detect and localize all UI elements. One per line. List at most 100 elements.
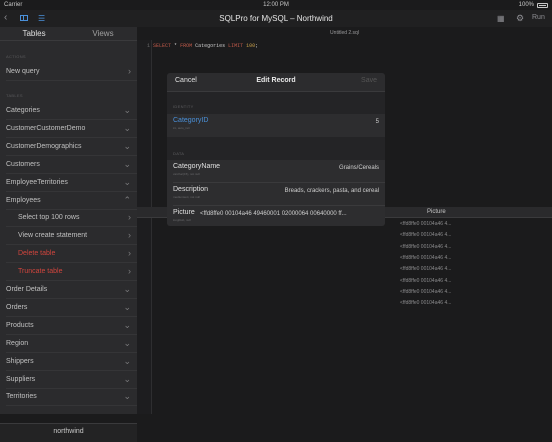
chevron-down-icon: ⌄ xyxy=(123,122,131,133)
identity-section-header: IDENTITY xyxy=(173,104,194,109)
code-table: Categories xyxy=(192,43,229,49)
sidebar-item-territories[interactable]: Territories ⌄ xyxy=(0,389,137,407)
sidebar-item-orders[interactable]: Orders ⌄ xyxy=(0,300,137,317)
chevron-right-icon: › xyxy=(128,212,131,223)
database-footer[interactable]: northwind xyxy=(0,423,137,442)
sidebar-item-select-top-100-rows[interactable]: Select top 100 rows › xyxy=(0,210,137,228)
keyword-from: FROM xyxy=(180,43,193,49)
result-cell[interactable]: <ffd8ffe0 00104a46 4... xyxy=(400,255,451,261)
sidebar-item-suppliers[interactable]: Suppliers ⌄ xyxy=(0,372,137,389)
divider xyxy=(6,405,137,407)
divider xyxy=(6,244,137,246)
save-button[interactable]: Save xyxy=(361,77,377,84)
chevron-down-icon: ⌄ xyxy=(123,373,131,384)
battery-icon xyxy=(537,3,548,8)
result-cell[interactable]: <ffd8ffe0 00104a46 4... xyxy=(400,244,451,250)
sidebar: Tables Views ACTIONS New query › TABLES … xyxy=(0,27,137,442)
result-cell[interactable]: <ffd8ffe0 00104a46 4... xyxy=(400,266,451,272)
field-type: longblob, null xyxy=(173,218,191,222)
sidebar-item-categories[interactable]: Categories ⌄ xyxy=(0,103,137,120)
sidebar-item-label: New query xyxy=(6,68,40,75)
divider xyxy=(6,172,137,174)
field-picture[interactable]: Picture longblob, null <ffd8ffe0 00104a4… xyxy=(167,206,385,226)
sidebar-item-employees[interactable]: Employees ⌃ xyxy=(0,193,137,210)
code-end: ; xyxy=(255,43,259,49)
tab-tables[interactable]: Tables xyxy=(0,29,68,38)
divider xyxy=(6,387,137,389)
sidebar-item-label: View create statement xyxy=(18,232,88,240)
result-cell[interactable]: <ffd8ffe0 00104a46 4... xyxy=(400,232,451,238)
field-description[interactable]: Description mediumtext, not null Breads,… xyxy=(167,183,385,206)
sidebar-item-truncate-table[interactable]: Truncate table › xyxy=(0,264,137,282)
result-cell[interactable]: <ffd8ffe0 00104a46 4... xyxy=(400,278,451,284)
sidebar-item-label: CustomerCustomerDemo xyxy=(6,124,86,132)
chevron-right-icon: › xyxy=(128,230,131,241)
battery-percent: 100% xyxy=(518,2,534,8)
divider xyxy=(6,262,137,264)
actions-section-header: ACTIONS xyxy=(6,54,26,59)
field-value: <ffd8ffe0 00104a46 49460001 02000064 006… xyxy=(200,211,347,217)
clock: 12:00 PM xyxy=(263,2,289,8)
field-name: Picture xyxy=(173,209,195,216)
chevron-right-icon: › xyxy=(128,266,131,277)
chevron-down-icon: ⌄ xyxy=(123,337,131,348)
sidebar-item-label: Products xyxy=(6,321,34,329)
sidebar-item-label: Select top 100 rows xyxy=(18,214,80,222)
chevron-down-icon: ⌄ xyxy=(123,319,131,330)
field-category-name[interactable]: CategoryName varchar(15), not null Grain… xyxy=(167,160,385,183)
sidebar-item-label: Suppliers xyxy=(6,375,36,383)
chevron-down-icon: ⌄ xyxy=(123,391,131,402)
tables-section-header: TABLES xyxy=(6,93,23,98)
divider xyxy=(6,351,137,353)
divider xyxy=(6,154,137,156)
sidebar-item-delete-table[interactable]: Delete table › xyxy=(0,246,137,264)
results-grid[interactable]: Picture <ffd8ffe0 00104a46 4... <ffd8ffe0… xyxy=(137,207,552,414)
result-cell[interactable]: <ffd8ffe0 00104a46 4... xyxy=(400,300,451,306)
sidebar-item-label: Order Details xyxy=(6,286,48,293)
field-type: mediumtext, not null xyxy=(173,195,200,199)
sidebar-item-label: Employees xyxy=(6,196,41,204)
column-header-picture[interactable]: Picture xyxy=(427,209,446,215)
line-number: 1 xyxy=(147,43,151,49)
sidebar-item-products[interactable]: Products ⌄ xyxy=(0,318,137,335)
sidebar-item-label: Orders xyxy=(6,303,28,311)
sidebar-item-employeeterritories[interactable]: EmployeeTerritories ⌄ xyxy=(0,175,137,192)
chevron-down-icon: ⌄ xyxy=(123,105,131,115)
code-line[interactable]: 1 SELECT * FROM Categories LIMIT 100; xyxy=(147,43,258,49)
sidebar-item-customers[interactable]: Customers ⌄ xyxy=(0,157,137,174)
sidebar-item-label: EmployeeTerritories xyxy=(6,178,68,186)
chevron-right-icon: › xyxy=(128,248,131,259)
sidebar-item-region[interactable]: Region ⌄ xyxy=(0,336,137,353)
sidebar-item-customerdemographics[interactable]: CustomerDemographics ⌄ xyxy=(0,139,137,156)
sidebar-item-label: Territories xyxy=(6,393,37,401)
code-number: 100 xyxy=(243,43,256,49)
divider xyxy=(6,226,137,228)
gear-icon[interactable]: ⚙ xyxy=(516,13,524,24)
code-star: * xyxy=(171,43,181,49)
table-grid-icon[interactable]: ▦ xyxy=(497,14,505,23)
result-cell[interactable]: <ffd8ffe0 00104a46 4... xyxy=(400,221,451,227)
chevron-down-icon: ⌄ xyxy=(123,284,131,294)
divider xyxy=(6,315,137,317)
sidebar-item-label: Customers xyxy=(6,160,40,168)
divider xyxy=(6,369,137,371)
sidebar-item-label: CustomerDemographics xyxy=(6,142,82,150)
status-bar: Carrier 12:00 PM 100% xyxy=(0,0,552,10)
field-category-id[interactable]: CategoryID int, auto_incr 5 xyxy=(167,114,385,137)
sidebar-item-new-query[interactable]: New query › xyxy=(0,64,137,81)
nav-bar: ‹ ☰ SQLPro for MySQL – Northwind ▦ ⚙ Run xyxy=(0,10,552,27)
tab-views[interactable]: Views xyxy=(69,29,137,38)
result-cell[interactable]: <ffd8ffe0 00104a46 4... xyxy=(400,289,451,295)
sidebar-item-view-create-statement[interactable]: View create statement › xyxy=(0,228,137,246)
chevron-right-icon: › xyxy=(128,66,131,76)
sidebar-item-order-details[interactable]: Order Details ⌄ xyxy=(0,282,137,299)
keyword-select: SELECT xyxy=(153,43,172,49)
field-value: 5 xyxy=(375,119,379,125)
divider xyxy=(6,80,137,81)
database-name: northwind xyxy=(53,428,84,435)
sidebar-item-customercustomerdemo[interactable]: CustomerCustomerDemo ⌄ xyxy=(0,121,137,138)
divider xyxy=(6,136,137,138)
edit-record-dialog: Cancel Edit Record Save IDENTITY Categor… xyxy=(167,73,385,226)
sidebar-item-shippers[interactable]: Shippers ⌄ xyxy=(0,354,137,371)
run-button[interactable]: Run xyxy=(532,14,545,21)
